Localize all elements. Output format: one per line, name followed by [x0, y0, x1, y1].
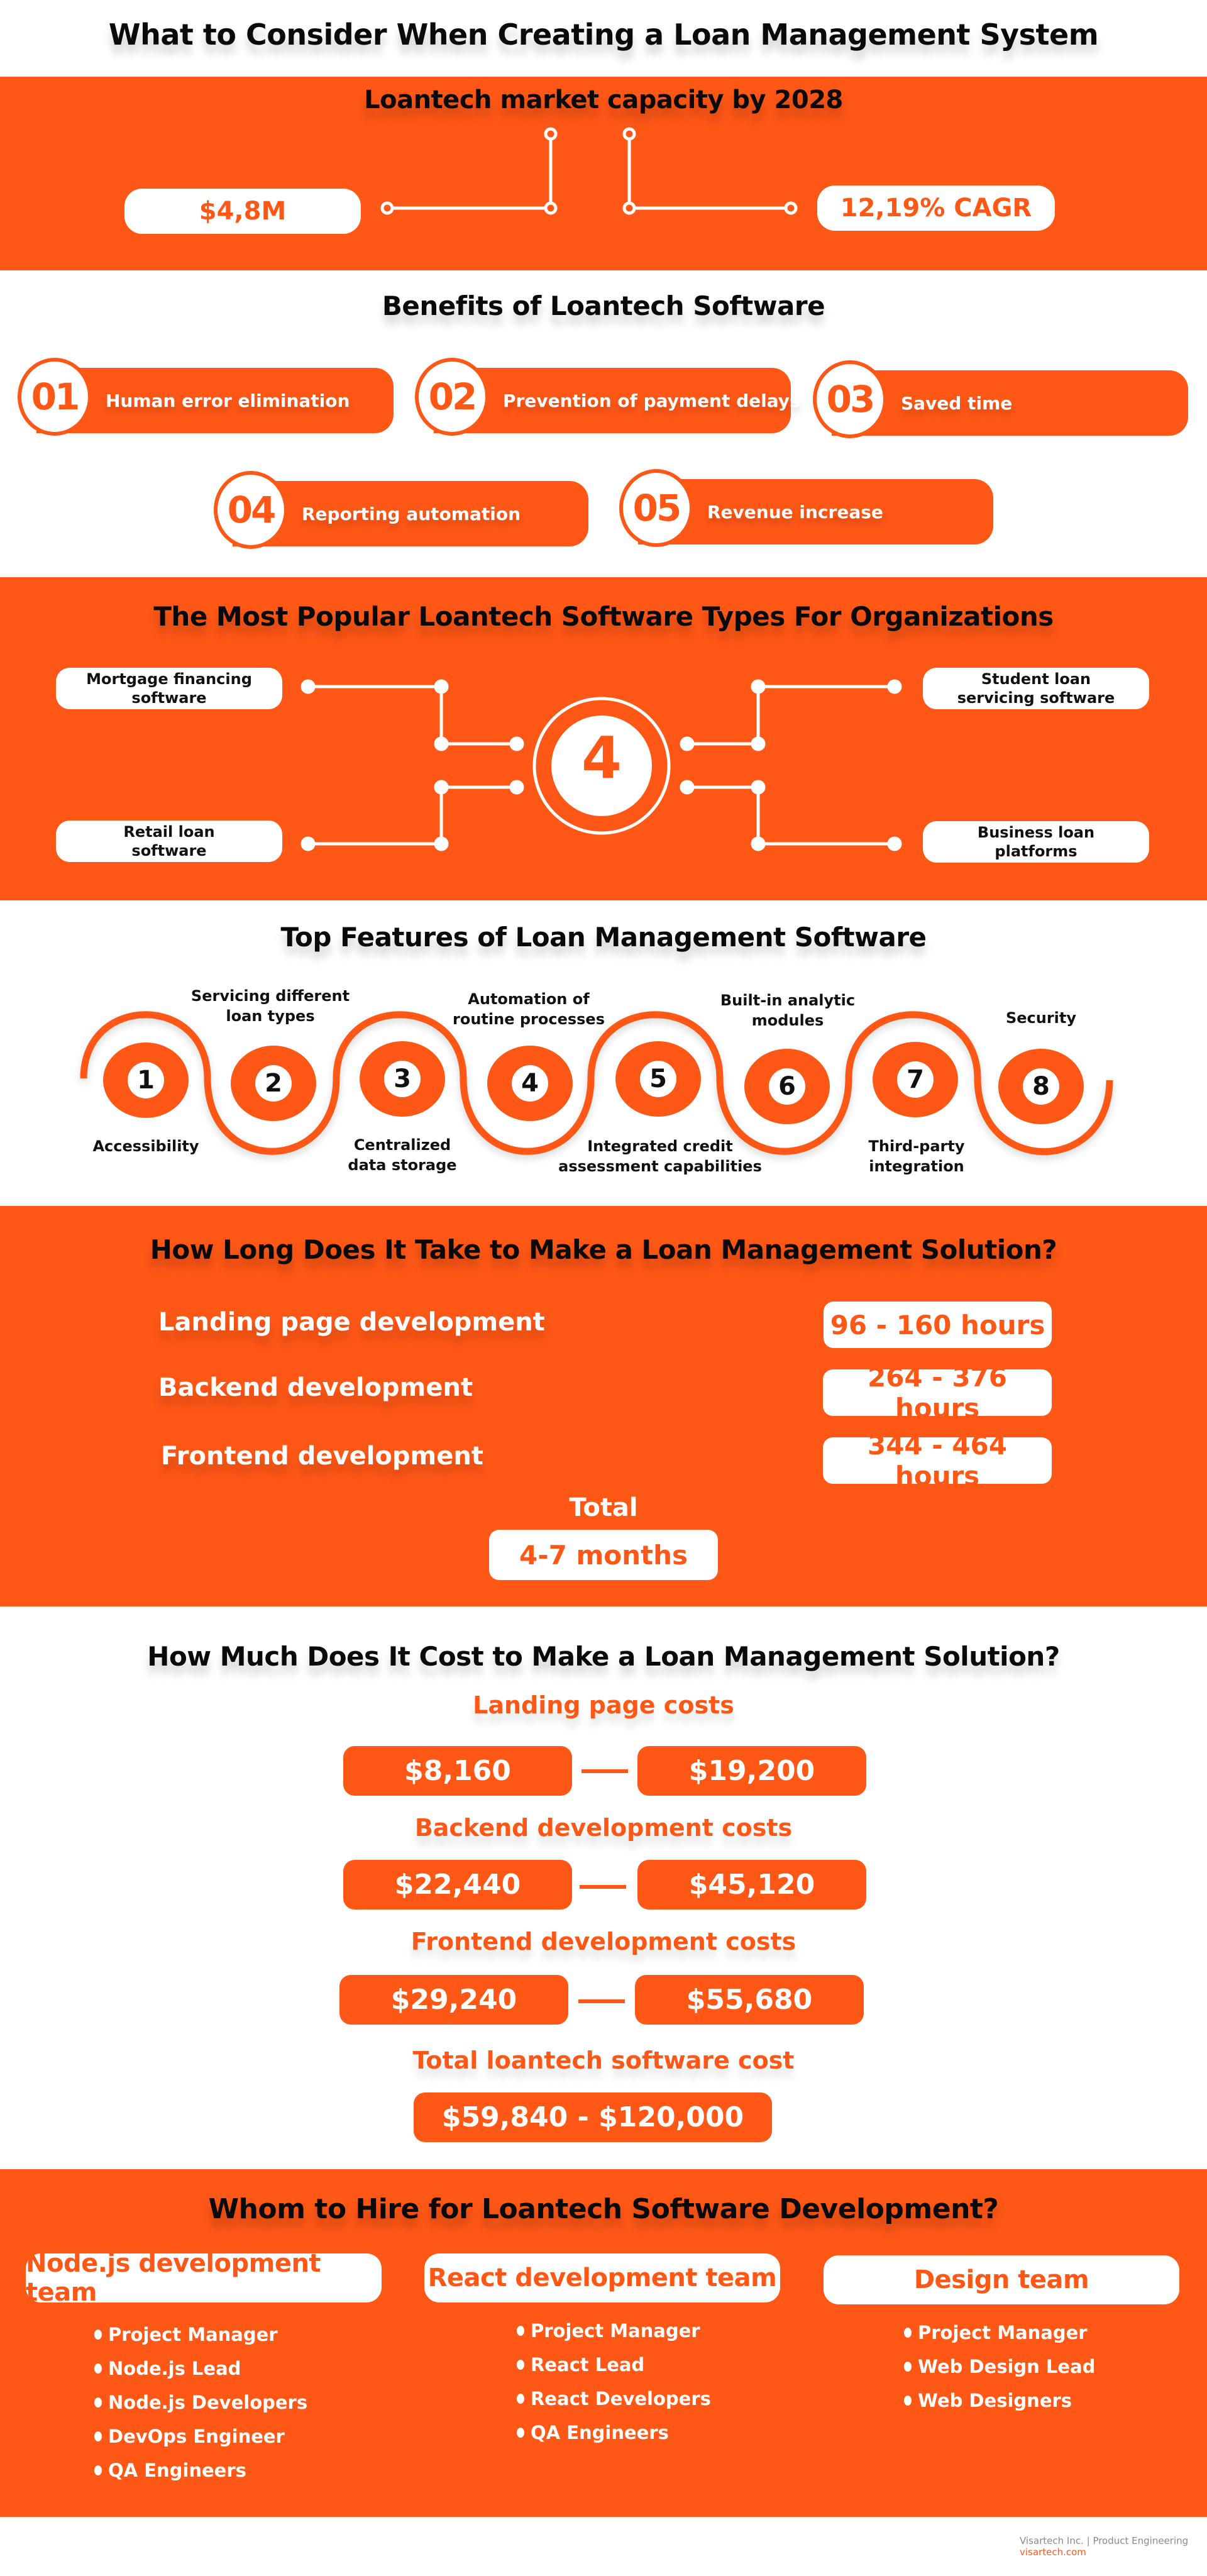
- feature-label-line: Automation of: [468, 990, 590, 1008]
- feature-label-analytics: Built-in analytic modules: [684, 990, 891, 1031]
- role-label: Project Manager: [531, 2320, 700, 2341]
- timeline-row-label: Frontend development: [161, 1442, 483, 1471]
- role-item: Web Designers: [904, 2384, 1095, 2418]
- feature-number: 4: [512, 1065, 548, 1102]
- role-label: Node.js Developers: [108, 2392, 308, 2413]
- cost-total-label: Total loantech software cost: [412, 2047, 795, 2074]
- timeline-row-value: 96 - 160 hours: [824, 1302, 1052, 1348]
- role-item: Project Manager: [94, 2318, 307, 2352]
- role-label: Web Design Lead: [918, 2356, 1096, 2377]
- role-item: React Lead: [517, 2348, 711, 2382]
- feature-label-line: Security: [1005, 1009, 1077, 1027]
- bullet-icon: [94, 2363, 102, 2374]
- feature-label-accessibility: Accessibility: [42, 1136, 250, 1156]
- feature-label-integration: Third-party integration: [813, 1136, 1020, 1177]
- timeline-total-label: Total: [569, 1493, 638, 1522]
- cost-max: $55,680: [635, 1975, 864, 2025]
- feature-number: 2: [255, 1065, 292, 1102]
- feature-label-line: Integrated credit: [587, 1137, 733, 1155]
- team-roles-nodejs: Project Manager Node.js Lead Node.js Dev…: [94, 2318, 307, 2487]
- timeline-total-value: 4-7 months: [489, 1530, 718, 1580]
- feature-label-line: assessment capabilities: [558, 1158, 762, 1176]
- timeline-heading: How Long Does It Take to Make a Loan Man…: [150, 1234, 1057, 1265]
- feature-label-automation: Automation of routine processes: [425, 989, 632, 1030]
- cost-min: $8,160: [343, 1746, 572, 1796]
- role-item: Node.js Developers: [94, 2385, 307, 2419]
- bullet-icon: [517, 2326, 524, 2336]
- cost-max: $19,200: [637, 1746, 866, 1796]
- cost-min: $29,240: [339, 1975, 568, 2025]
- role-item: QA Engineers: [94, 2453, 307, 2487]
- role-item: React Developers: [517, 2382, 711, 2416]
- role-item: QA Engineers: [517, 2416, 711, 2450]
- feature-label-line: Third-party: [868, 1137, 965, 1155]
- bullet-icon: [94, 2330, 102, 2340]
- feature-label-line: Servicing different: [190, 987, 350, 1005]
- feature-label-loan-types: Servicing different loan types: [167, 986, 374, 1027]
- bullet-icon: [517, 2394, 524, 2404]
- timeline-row-label: Landing page development: [158, 1308, 545, 1337]
- cost-range-dash: [580, 1885, 626, 1889]
- feature-number: 7: [897, 1061, 934, 1098]
- role-label: React Developers: [531, 2388, 711, 2409]
- feature-number: 5: [640, 1061, 676, 1097]
- bullet-icon: [517, 2360, 524, 2370]
- cost-total-value: $59,840 - $120,000: [414, 2092, 772, 2142]
- footer-site-link[interactable]: visartech.com: [1020, 2546, 1086, 2558]
- feature-number: 3: [384, 1061, 421, 1097]
- role-item: Project Manager: [904, 2316, 1095, 2350]
- feature-number: 6: [769, 1068, 805, 1105]
- feature-label-line: modules: [751, 1012, 824, 1030]
- cost-range-dash: [581, 1769, 628, 1773]
- role-item: Web Design Lead: [904, 2350, 1095, 2384]
- bullet-icon: [94, 2431, 102, 2441]
- feature-number: 8: [1023, 1068, 1059, 1105]
- bullet-icon: [94, 2397, 102, 2407]
- feature-number: 1: [128, 1062, 164, 1098]
- feature-label-line: Built-in analytic: [720, 992, 856, 1009]
- feature-label-security: Security: [937, 1008, 1145, 1028]
- hire-heading: Whom to Hire for Loantech Software Devel…: [208, 2193, 999, 2225]
- role-label: Web Designers: [918, 2390, 1072, 2411]
- role-label: QA Engineers: [108, 2460, 246, 2481]
- feature-label-line: Accessibility: [92, 1137, 199, 1155]
- bullet-icon: [904, 2362, 912, 2372]
- team-header-design: Design team: [824, 2255, 1179, 2304]
- role-item: Project Manager: [517, 2314, 711, 2348]
- bullet-icon: [517, 2428, 524, 2438]
- role-item: Node.js Lead: [94, 2352, 307, 2385]
- cost-min: $22,440: [343, 1860, 572, 1910]
- cost-group-label: Backend development costs: [414, 1814, 793, 1842]
- role-item: DevOps Engineer: [94, 2419, 307, 2453]
- feature-label-line: integration: [869, 1158, 964, 1176]
- feature-label-data-storage: Centralized data storage: [299, 1135, 506, 1176]
- role-label: QA Engineers: [531, 2422, 669, 2443]
- costs-heading: How Much Does It Cost to Make a Loan Man…: [147, 1641, 1060, 1672]
- team-roles-react: Project Manager React Lead React Develop…: [517, 2314, 711, 2450]
- role-label: React Lead: [531, 2354, 645, 2375]
- bullet-icon: [94, 2465, 102, 2475]
- role-label: Node.js Lead: [108, 2358, 241, 2379]
- feature-label-line: loan types: [226, 1007, 315, 1025]
- team-roles-design: Project Manager Web Design Lead Web Desi…: [904, 2316, 1095, 2418]
- bullet-icon: [904, 2396, 912, 2406]
- team-header-nodejs: Node.js development team: [26, 2249, 382, 2307]
- feature-label-line: Centralized: [353, 1136, 451, 1154]
- team-header-react: React development team: [424, 2253, 780, 2302]
- feature-label-credit: Integrated credit assessment capabilities: [556, 1136, 764, 1177]
- timeline-row-value: 264 - 376 hours: [823, 1362, 1052, 1423]
- cost-group-label: Frontend development costs: [411, 1928, 796, 1955]
- role-label: Project Manager: [918, 2322, 1088, 2343]
- footer-company: Visartech Inc. | Product Engineering: [1020, 2535, 1189, 2546]
- feature-label-line: routine processes: [453, 1010, 605, 1029]
- bullet-icon: [904, 2328, 912, 2338]
- cost-max: $45,120: [637, 1860, 866, 1910]
- role-label: DevOps Engineer: [108, 2426, 285, 2447]
- cost-group-label: Landing page costs: [473, 1691, 734, 1719]
- timeline-row-value: 344 - 464 hours: [823, 1430, 1052, 1491]
- cost-range-dash: [578, 1999, 625, 2003]
- timeline-row-label: Backend development: [158, 1373, 473, 1402]
- role-label: Project Manager: [108, 2324, 278, 2345]
- feature-label-line: data storage: [348, 1156, 457, 1175]
